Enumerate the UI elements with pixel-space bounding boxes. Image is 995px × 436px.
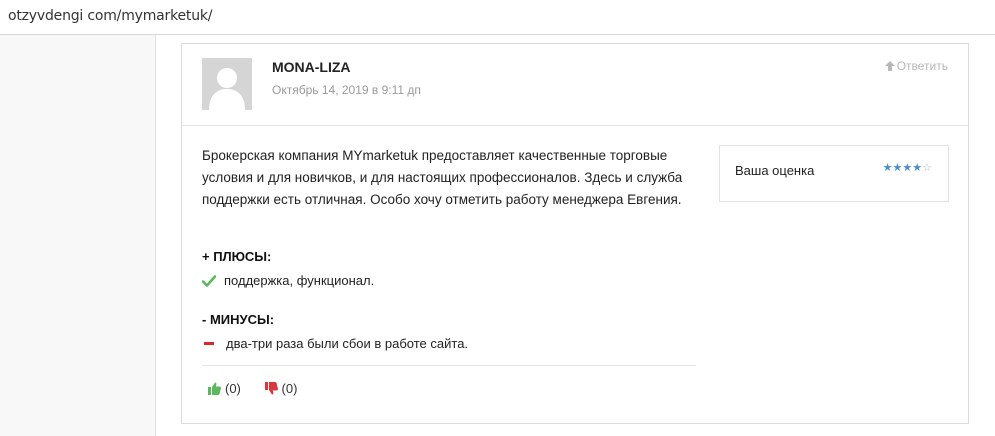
comment-date[interactable]: Октябрь 14, 2019 в 9:11 дп	[272, 83, 421, 97]
dislike-button[interactable]: (0)	[264, 381, 298, 396]
author-name[interactable]: MONA-LIZA	[272, 59, 351, 75]
minus-icon	[204, 342, 214, 345]
reply-button[interactable]: Ответить	[884, 59, 948, 73]
rating-box: Ваша оценка ★★★★☆	[719, 145, 949, 202]
arrow-up-icon	[884, 61, 895, 71]
review-text: Брокерская компания MYmarketuk предостав…	[202, 148, 683, 207]
star-filled-icon[interactable]: ★	[902, 162, 912, 174]
comment-body: Брокерская компания MYmarketuk предостав…	[202, 145, 702, 405]
address-bar[interactable]: otzyvdengi com/mymarketuk/	[0, 0, 995, 35]
thumbs-up-icon	[208, 382, 221, 395]
cons-title: - МИНУСЫ:	[202, 312, 275, 327]
rating-label: Ваша оценка	[735, 163, 815, 178]
avatar	[202, 58, 252, 110]
star-filled-icon[interactable]: ★	[883, 162, 893, 174]
like-count: (0)	[225, 381, 241, 396]
rating-stars[interactable]: ★★★★☆	[883, 161, 932, 174]
pros-item: поддержка, функционал.	[202, 273, 374, 288]
vote-bar: (0) (0)	[208, 381, 317, 396]
cons-item: два-три раза были сбои в работе сайта.	[202, 336, 468, 351]
divider	[202, 365, 696, 366]
thumbs-down-icon	[264, 382, 278, 395]
url-text[interactable]: otzyvdengi com/mymarketuk/	[8, 8, 212, 24]
like-button[interactable]: (0)	[208, 381, 241, 396]
pros-text: поддержка, функционал.	[224, 273, 375, 288]
star-filled-icon[interactable]: ★	[893, 162, 903, 174]
star-filled-icon[interactable]: ★	[912, 162, 922, 174]
pros-title: + ПЛЮСЫ:	[202, 249, 272, 264]
star-empty-icon[interactable]: ☆	[922, 162, 932, 174]
reply-label: Ответить	[896, 59, 948, 73]
cons-text: два-три раза были сбои в работе сайта.	[226, 336, 469, 351]
check-icon	[202, 275, 216, 287]
comment-header: MONA-LIZA Октябрь 14, 2019 в 9:11 дп Отв…	[182, 44, 968, 126]
user-silhouette-icon	[202, 58, 252, 110]
dislike-count: (0)	[281, 381, 298, 396]
comment-card: MONA-LIZA Октябрь 14, 2019 в 9:11 дп Отв…	[181, 43, 969, 424]
